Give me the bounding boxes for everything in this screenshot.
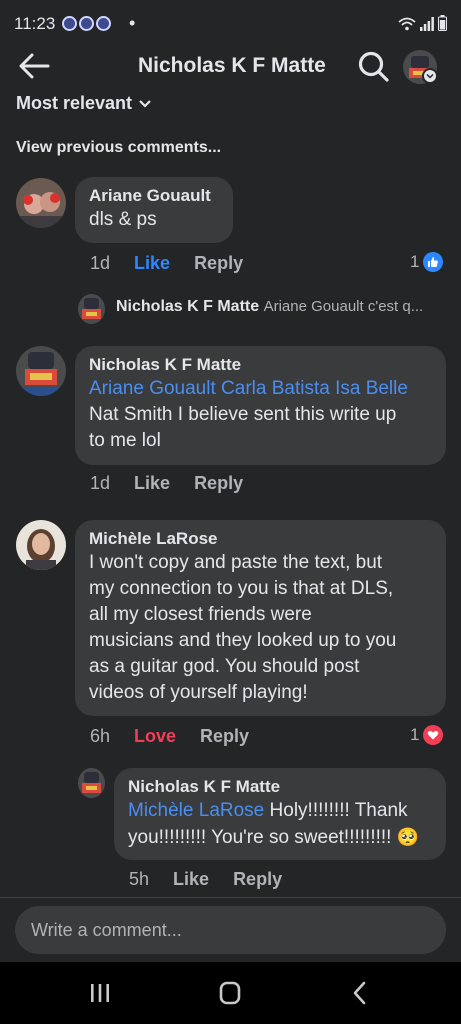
love-button[interactable]: Love	[134, 726, 176, 747]
view-reply-link[interactable]: Nicholas K F Matte Ariane Gouault c'est …	[116, 298, 446, 316]
comment-author[interactable]: Nicholas K F Matte	[89, 354, 432, 376]
comment-actions: 1d Like Reply	[90, 473, 243, 494]
recent-apps-icon[interactable]	[80, 980, 120, 1006]
sort-label: Most relevant	[16, 93, 133, 113]
like-button[interactable]: Like	[134, 253, 170, 274]
chevron-down-icon[interactable]	[422, 68, 438, 84]
reply-preview-text: Ariane Gouault c'est q...	[263, 298, 424, 315]
comment-text: musicians and they looked up to you	[89, 630, 397, 651]
comment-time: 1d	[90, 253, 111, 273]
battery-icon	[438, 15, 447, 31]
avatar-image	[16, 520, 66, 570]
reply-button[interactable]: Reply	[233, 869, 282, 890]
reaction-count-value: 1	[410, 725, 420, 744]
comment-text: Nat Smith I believe sent this write up	[89, 404, 397, 425]
comment-actions: 5h Like Reply	[129, 869, 282, 890]
mention-link[interactable]: Michèle LaRose	[128, 800, 264, 821]
divider	[0, 897, 461, 898]
comment-author[interactable]: Michèle LaRose	[89, 528, 432, 550]
comment-text: videos of yourself playing!	[89, 682, 308, 703]
avatar[interactable]	[16, 520, 66, 570]
reaction-count[interactable]: 1	[410, 252, 444, 272]
love-reaction-icon	[423, 725, 444, 745]
like-button[interactable]: Like	[134, 473, 170, 494]
comment-text: as a guitar god. You should post	[89, 656, 360, 677]
status-dot: •	[129, 13, 136, 33]
comment-text: dls & ps	[89, 209, 157, 230]
page-title: Nicholas K F Matte	[138, 54, 326, 77]
signal-icon	[420, 17, 434, 31]
reaction-count[interactable]: 1	[410, 725, 444, 745]
reply-preview-author: Nicholas K F Matte	[116, 298, 260, 315]
comment-actions: 1d Like Reply	[90, 253, 243, 274]
like-reaction-icon	[423, 252, 444, 272]
chevron-down-icon	[139, 99, 151, 108]
home-icon[interactable]	[210, 980, 250, 1006]
reply-button[interactable]: Reply	[194, 253, 243, 274]
notification-icon	[96, 16, 111, 31]
reply-bubble[interactable]: Nicholas K F Matte Michèle LaRose Holy!!…	[114, 768, 446, 860]
avatar[interactable]	[78, 768, 105, 798]
avatar-image	[78, 768, 105, 798]
avatar[interactable]	[16, 178, 66, 228]
avatar-image	[16, 346, 66, 396]
comment-text: Holy!!!!!!!! Thank	[264, 800, 408, 821]
comment-actions: 6h Love Reply	[90, 726, 249, 747]
pleading-face-emoji: 🥺	[396, 827, 420, 847]
like-button[interactable]: Like	[173, 869, 209, 890]
back-icon[interactable]	[340, 980, 380, 1006]
comment-text: all my closest friends were	[89, 604, 312, 625]
avatar-image	[16, 178, 66, 228]
comment-input[interactable]	[15, 906, 446, 954]
back-arrow-icon[interactable]	[16, 50, 52, 82]
notification-icon	[79, 16, 94, 31]
search-icon[interactable]	[356, 49, 390, 83]
system-nav-bar	[0, 962, 461, 1024]
avatar-image	[78, 294, 105, 324]
comment-time: 1d	[90, 473, 111, 493]
comment-author[interactable]: Ariane Gouault	[89, 185, 219, 207]
status-time: 11:23	[14, 14, 56, 33]
comment-composer[interactable]	[15, 906, 446, 954]
comment-text: I won't copy and paste the text, but	[89, 552, 383, 573]
notification-icon	[62, 16, 77, 31]
view-previous-comments[interactable]: View previous comments...	[16, 139, 221, 157]
comment-bubble[interactable]: Nicholas K F Matte Ariane Gouault Carla …	[75, 346, 446, 465]
notification-icons	[62, 16, 111, 31]
system-icons	[398, 15, 447, 31]
avatar[interactable]	[78, 294, 105, 324]
avatar[interactable]	[16, 346, 66, 396]
comment-bubble[interactable]: Ariane Gouault dls & ps	[75, 177, 233, 243]
comment-time: 6h	[90, 726, 111, 746]
comment-text: you!!!!!!!!! You're so sweet!!!!!!!!!	[128, 827, 397, 848]
wifi-icon	[398, 17, 416, 31]
comment-time: 5h	[129, 869, 150, 889]
reply-button[interactable]: Reply	[200, 726, 249, 747]
comment-author[interactable]: Nicholas K F Matte	[128, 776, 432, 798]
reply-button[interactable]: Reply	[194, 473, 243, 494]
mention-links[interactable]: Ariane Gouault Carla Batista Isa Belle	[89, 376, 431, 402]
comment-text: to me lol	[89, 430, 161, 451]
comment-bubble[interactable]: Michèle LaRose I won't copy and paste th…	[75, 520, 446, 716]
sort-dropdown[interactable]: Most relevant	[16, 93, 152, 114]
comment-text: my connection to you is that at DLS,	[89, 578, 394, 599]
header: Nicholas K F Matte	[0, 40, 461, 92]
reaction-count-value: 1	[410, 252, 420, 271]
